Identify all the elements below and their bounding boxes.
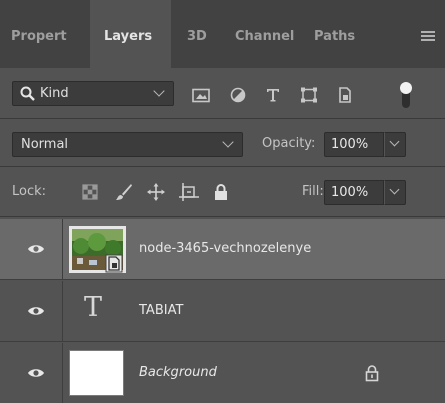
layer-name[interactable]: Background — [139, 365, 217, 380]
text-layer-icon[interactable]: T — [84, 293, 102, 323]
lock-label: Lock: — [12, 184, 47, 199]
lock-position-icon[interactable] — [145, 182, 167, 202]
chevron-down-icon — [389, 136, 400, 147]
smart-object-filter-icon[interactable] — [335, 86, 355, 104]
tab-paths[interactable]: Paths — [302, 0, 368, 68]
layer-row[interactable]: Background — [0, 343, 445, 403]
search-icon — [20, 86, 35, 101]
divider — [0, 166, 445, 167]
tab-properties[interactable]: Propert — [0, 0, 90, 68]
image-filter-icon[interactable] — [191, 86, 211, 104]
divider — [62, 343, 63, 403]
tab-layers[interactable]: Layers — [90, 0, 171, 68]
opacity-dropdown-button[interactable] — [384, 132, 406, 157]
layer-name[interactable]: node-3465-vechnozelenye — [139, 241, 311, 256]
layer-row[interactable]: node-3465-vechnozelenye — [0, 219, 445, 280]
lock-artboard-icon[interactable] — [178, 182, 200, 202]
layers-panel: Propert Layers 3D Channel Paths Kind Nor… — [0, 0, 445, 403]
chevron-down-icon — [389, 184, 400, 195]
eye-icon[interactable] — [27, 366, 45, 380]
shape-filter-icon[interactable] — [299, 86, 319, 104]
filter-row: Kind — [0, 68, 445, 118]
chevron-down-icon — [222, 136, 234, 148]
eye-icon[interactable] — [27, 304, 45, 318]
tab-bar: Propert Layers 3D Channel Paths — [0, 0, 445, 68]
tab-3d[interactable]: 3D — [171, 0, 220, 68]
blend-mode-select[interactable]: Normal — [12, 132, 243, 157]
layer-name[interactable]: TABIAT — [139, 303, 183, 318]
lock-icon[interactable] — [365, 364, 379, 382]
filter-kind-select[interactable]: Kind — [12, 81, 174, 106]
layer-row[interactable]: T TABIAT — [0, 281, 445, 342]
filter-kind-label: Kind — [40, 86, 69, 101]
fill-label: Fill: — [302, 184, 324, 199]
fill-input[interactable]: 100% — [324, 180, 384, 205]
layer-thumbnail[interactable] — [69, 226, 126, 273]
divider — [0, 216, 445, 217]
type-filter-icon[interactable] — [263, 86, 283, 104]
blend-row: Normal Opacity: 100% — [0, 120, 445, 166]
divider — [0, 118, 445, 119]
panel-menu-icon[interactable] — [421, 31, 435, 43]
divider — [62, 219, 63, 280]
opacity-label: Opacity: — [262, 136, 316, 151]
blend-mode-value: Normal — [21, 137, 69, 152]
fill-dropdown-button[interactable] — [384, 180, 406, 205]
tab-channels[interactable]: Channel — [220, 0, 302, 68]
eye-icon[interactable] — [27, 242, 45, 256]
layer-thumbnail[interactable] — [69, 350, 124, 396]
lock-transparent-pixels-icon[interactable] — [79, 182, 101, 202]
divider — [62, 281, 63, 342]
lock-image-pixels-icon[interactable] — [113, 182, 135, 202]
filter-toggle-icon[interactable] — [399, 81, 413, 111]
adjustment-filter-icon[interactable] — [228, 86, 248, 104]
lock-all-icon[interactable] — [210, 182, 232, 202]
chevron-down-icon — [153, 85, 165, 97]
opacity-input[interactable]: 100% — [324, 132, 384, 157]
lock-row: Lock: Fill: 100% — [0, 168, 445, 216]
